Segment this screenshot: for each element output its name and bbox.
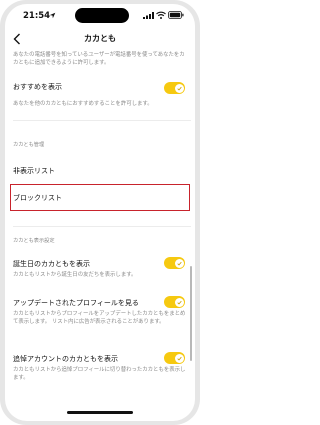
- check-icon: [176, 356, 182, 361]
- scrollbar[interactable]: [190, 266, 192, 361]
- toggle-knob: [174, 83, 184, 93]
- toggle-knob: [174, 258, 184, 268]
- toggle-knob: [174, 353, 184, 363]
- display-section-header: カカとも表示設定: [13, 238, 55, 244]
- divider: [13, 226, 191, 227]
- check-icon: [176, 261, 182, 266]
- dynamic-island: [75, 8, 129, 23]
- divider: [13, 120, 191, 121]
- updated-profile-title: アップデートされたプロフィールを見る: [13, 299, 139, 307]
- memorial-toggle[interactable]: [164, 352, 185, 364]
- manage-section-header: カカとも管理: [13, 142, 45, 148]
- phone-frame: 21:54 カカとも あなたの電話番号を知っているユーザーが電話番号を使ってあな…: [0, 0, 200, 425]
- memorial-description: カカともリストから追悼プロフィールに切り替わったカカともを表示します。: [13, 367, 186, 381]
- memorial-title: 追悼アカウントのカカともを表示: [13, 355, 118, 363]
- wifi-icon: [156, 11, 166, 19]
- navigation-bar: カカとも: [5, 30, 195, 48]
- updated-profile-toggle[interactable]: [164, 296, 185, 308]
- block-list-highlight: [10, 184, 190, 211]
- check-icon: [176, 86, 182, 91]
- cellular-signal-icon: [143, 12, 154, 19]
- recommend-title: おすすめを表示: [13, 83, 62, 91]
- page-title: カカとも: [84, 34, 116, 43]
- birthday-toggle[interactable]: [164, 257, 185, 269]
- phone-number-description: あなたの電話番号を知っているユーザーが電話番号を使ってあなたをカカともに追加でき…: [13, 52, 185, 66]
- recommend-toggle[interactable]: [164, 82, 185, 94]
- screen: 21:54 カカとも あなたの電話番号を知っているユーザーが電話番号を使ってあな…: [5, 4, 195, 421]
- location-arrow-icon: [49, 12, 56, 19]
- hidden-list-item[interactable]: 非表示リスト: [13, 166, 55, 176]
- check-icon: [176, 300, 182, 305]
- home-indicator[interactable]: [67, 411, 133, 414]
- updated-profile-description: カカともリストからプロフィールをアップデートしたカカともをまとめて表示します。 …: [13, 311, 186, 325]
- toggle-knob: [174, 297, 184, 307]
- recommend-description: あなたを他のカカともにおすすめすることを許可します。: [13, 101, 153, 107]
- status-bar: 21:54: [5, 4, 195, 26]
- birthday-description: カカともリストから誕生日の友だちを表示します。: [13, 272, 137, 278]
- status-time: 21:54: [23, 11, 51, 21]
- battery-icon: [168, 11, 184, 19]
- birthday-title: 誕生日のカカともを表示: [13, 260, 90, 268]
